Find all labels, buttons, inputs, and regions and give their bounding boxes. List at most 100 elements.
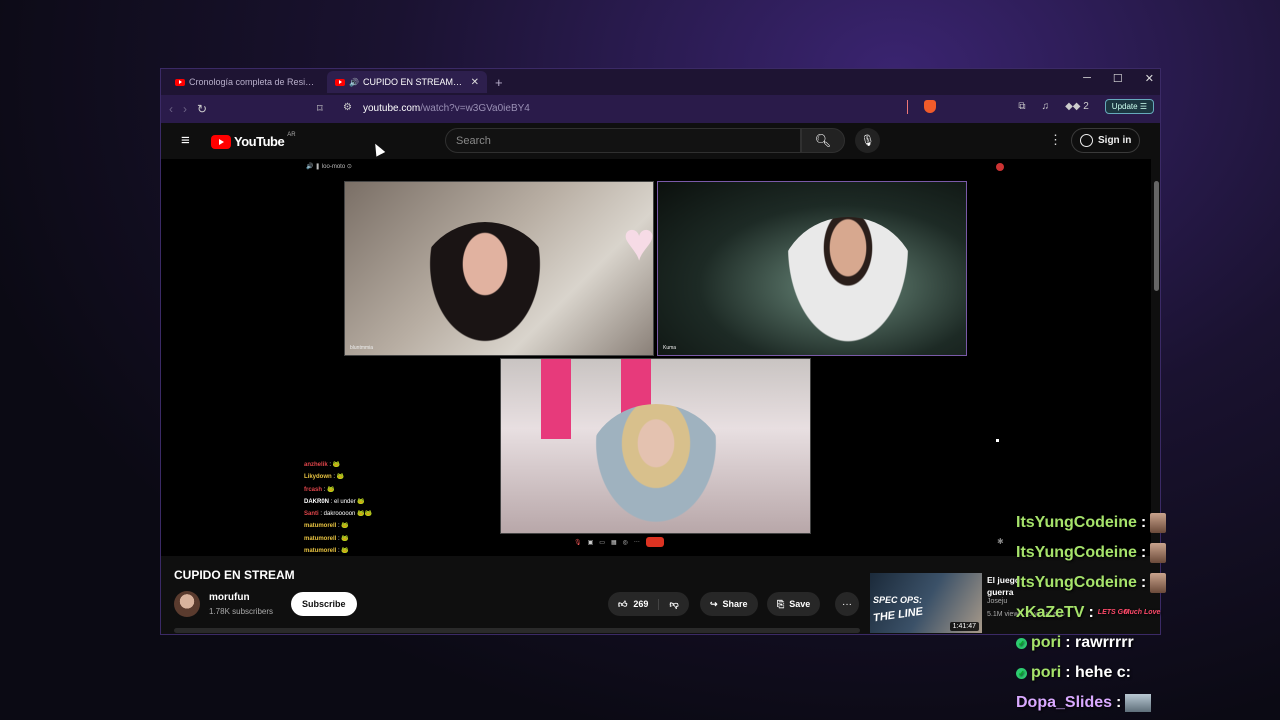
account-icon: [1080, 134, 1093, 147]
mini-chat-user: DAKR0N: [304, 498, 330, 505]
back-button[interactable]: ‹: [169, 102, 173, 116]
lets-go-emote: LETS GO: [1097, 609, 1129, 616]
mini-chat-message: : dakrooooon 🐸🐸: [318, 511, 372, 518]
thumbs-up-icon: 👍︎: [618, 598, 628, 609]
video-player[interactable]: 🔊 ❚ loo-moto ⊙ bluntmmia Kuma ♥ 🎙︎ ▣ ▭ ▦: [161, 159, 1151, 556]
logo-text: YouTube: [234, 134, 285, 149]
mini-chat-line: matumorell : 🐸: [304, 520, 372, 532]
minimize-button[interactable]: ─: [1083, 72, 1091, 85]
tab-resident-evil[interactable]: Cronología completa de Resident Ev: [167, 71, 327, 93]
youtube-page: ≡ YouTube AR Search 🔍︎ 🎙︎ ⋮ Sign in 🔊 ❚ …: [161, 123, 1160, 634]
record-indicator-icon: [996, 163, 1004, 171]
menu-icon[interactable]: ≡: [181, 133, 190, 148]
suggested-channel[interactable]: Joseju: [987, 598, 1007, 605]
dislike-button[interactable]: 👎︎: [659, 599, 688, 610]
reload-button[interactable]: ↻: [197, 102, 207, 116]
mini-chat-user: anzhelik: [304, 462, 328, 468]
thumb-text: THE LINE: [872, 605, 924, 625]
close-window-button[interactable]: ✕: [1145, 72, 1154, 85]
music-icon[interactable]: ♫: [1042, 101, 1050, 112]
chat-line: ItsYungCodeine :: [1016, 538, 1280, 568]
tab-label: Cronología completa de Resident Ev: [189, 77, 319, 87]
chat-message: : hehe c:: [1065, 664, 1132, 681]
cam-name: Kuma: [663, 345, 677, 351]
forward-button[interactable]: ›: [183, 102, 187, 116]
update-label: Update: [1111, 102, 1138, 111]
youtube-logo[interactable]: YouTube AR: [211, 131, 296, 149]
like-button[interactable]: 👍︎ 269: [608, 598, 660, 610]
browser-window: Cronología completa de Resident Ev 🔊 CUP…: [160, 68, 1161, 635]
channel-name[interactable]: morufun: [209, 592, 250, 603]
camera-icon: ▣: [587, 539, 594, 546]
microphone-icon: 🎙︎: [860, 135, 875, 147]
chat-line: ✓ pori : hehe c:: [1016, 658, 1280, 688]
share-button[interactable]: ↪ Share: [700, 592, 758, 616]
more-icon: ···: [633, 539, 640, 545]
search-input[interactable]: Search: [445, 128, 801, 153]
wallet-icon[interactable]: ◆◆ 2: [1065, 101, 1089, 112]
curtain: [541, 359, 571, 439]
country-code: AR: [287, 131, 296, 138]
video-info: CUPIDO EN STREAM morufun 1.78K subscribe…: [161, 556, 1160, 634]
mini-chat-line: Likydown : 🐸: [304, 471, 372, 483]
maximize-button[interactable]: ☐: [1113, 72, 1123, 85]
settings-menu-icon[interactable]: ⋮: [1049, 132, 1062, 148]
chat-message: :: [1140, 544, 1147, 561]
speaker-icon: 🔊: [349, 77, 359, 87]
like-dislike-group: 👍︎ 269 👎︎: [608, 592, 689, 616]
voice-search-button[interactable]: 🎙︎: [855, 128, 880, 153]
tab-cupido[interactable]: 🔊 CUPIDO EN STREAM - YouTu ✕: [327, 71, 487, 93]
activity-icon: ◎: [622, 539, 628, 546]
close-tab-icon[interactable]: ✕: [471, 77, 479, 88]
mini-chat-user: Likydown: [304, 474, 332, 481]
chat-line: ItsYungCodeine :: [1016, 568, 1280, 598]
chat-message: :: [1140, 574, 1147, 591]
duration-badge: 1:41:47: [949, 622, 979, 631]
site-info-icon[interactable]: ⚙: [343, 102, 352, 113]
mute-icon: 🎙︎: [574, 539, 582, 546]
youtube-favicon-icon: [335, 78, 345, 86]
chat-line: ItsYungCodeine :: [1016, 508, 1280, 538]
sign-in-button[interactable]: Sign in: [1071, 128, 1141, 153]
subscribe-button[interactable]: Subscribe: [291, 592, 357, 616]
mini-chat-message: : 🐸: [336, 548, 349, 555]
url-field[interactable]: youtube.com/watch?v=w3GVa0ieBY4: [363, 103, 530, 114]
update-button[interactable]: Update ☰: [1104, 99, 1154, 114]
channel-avatar[interactable]: [174, 591, 200, 617]
mini-chat-user: matumorell: [304, 548, 337, 555]
extension-count: 2: [1083, 101, 1089, 112]
like-count: 269: [633, 599, 649, 609]
stream-overlay-label: 🔊 ❚ loo-moto ⊙: [306, 164, 352, 170]
mini-chat-line: DAKR0N : el under 🐸: [304, 496, 372, 508]
chat-username: Dopa_Slides: [1016, 694, 1113, 711]
streamer-1: [415, 222, 555, 355]
much-love-emote: Much Love: [1123, 609, 1161, 616]
url-path: /watch?v=w3GVa0ieBY4: [420, 103, 530, 114]
page-scrollbar[interactable]: [1154, 181, 1159, 291]
sidebar-icon[interactable]: ⧉: [1018, 101, 1025, 112]
share-label: Share: [722, 599, 748, 609]
chat-emote-icon: [1150, 513, 1167, 533]
bookmark-icon[interactable]: ⌑: [317, 102, 323, 115]
search-icon: 🔍︎: [814, 132, 832, 148]
address-bar: ‹ › ↻ ⌑ ⚙ youtube.com/watch?v=w3GVa0ieBY…: [161, 95, 1160, 123]
more-actions-button[interactable]: ···: [835, 592, 859, 616]
grid-icon: ▦: [610, 539, 617, 546]
chat-username: pori: [1031, 634, 1062, 651]
mini-chat-user: matumorell: [304, 535, 337, 542]
webcam-feed-3: [500, 358, 811, 534]
chat-username: xKaZeTV: [1016, 604, 1085, 621]
mini-chat-user: frcash: [304, 486, 323, 493]
mini-chat-message: : 🐸: [336, 535, 349, 542]
subscriber-count: 1.78K subscribers: [209, 607, 274, 616]
search-button[interactable]: 🔍︎: [801, 128, 845, 153]
thumbs-down-icon: 👎︎: [669, 598, 679, 609]
verified-badge-icon: ✓: [1016, 637, 1027, 649]
brave-shield-icon[interactable]: [924, 100, 937, 113]
mini-chat-line: matumorell : 🐸: [304, 533, 372, 545]
save-button[interactable]: ⎘ Save: [767, 592, 821, 616]
thumb-text: SPEC OPS:: [873, 595, 923, 605]
new-tab-button[interactable]: +: [495, 75, 503, 90]
suggested-video-thumbnail[interactable]: SPEC OPS: THE LINE 1:41:47: [870, 573, 982, 633]
streamer-3: [586, 404, 726, 533]
